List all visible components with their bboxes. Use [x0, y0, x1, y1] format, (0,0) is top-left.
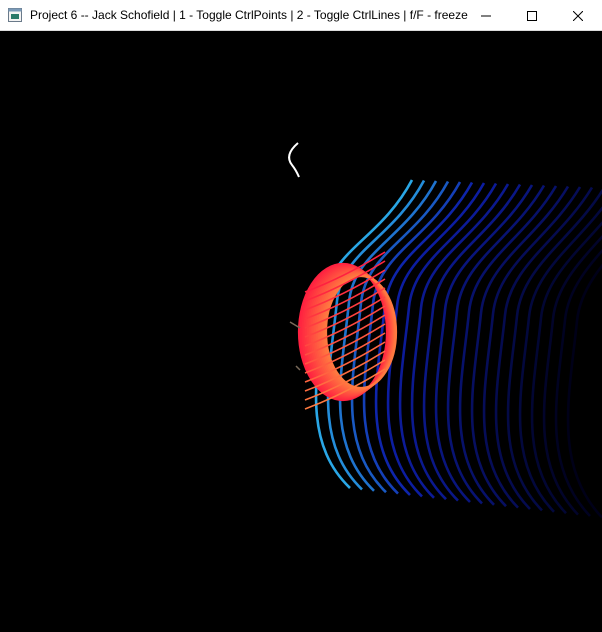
app-window: Project 6 -- Jack Schofield | 1 - Toggle…: [0, 0, 602, 632]
window-title: Project 6 -- Jack Schofield | 1 - Toggle…: [30, 8, 468, 22]
maximize-button[interactable]: [509, 0, 555, 31]
maximize-icon: [527, 10, 537, 21]
white-curve: [288, 142, 300, 178]
app-window-icon: [8, 8, 22, 22]
close-icon: [573, 10, 583, 21]
scene-canvas: [288, 142, 602, 519]
surface-curve: [506, 188, 602, 512]
surface-curve: [314, 179, 414, 489]
minimize-button[interactable]: [463, 0, 509, 31]
close-button[interactable]: [555, 0, 601, 31]
opengl-viewport[interactable]: [0, 31, 602, 632]
minimize-icon: [481, 15, 491, 16]
title-bar[interactable]: Project 6 -- Jack Schofield | 1 - Toggle…: [0, 0, 602, 31]
surface-curve: [530, 221, 602, 515]
